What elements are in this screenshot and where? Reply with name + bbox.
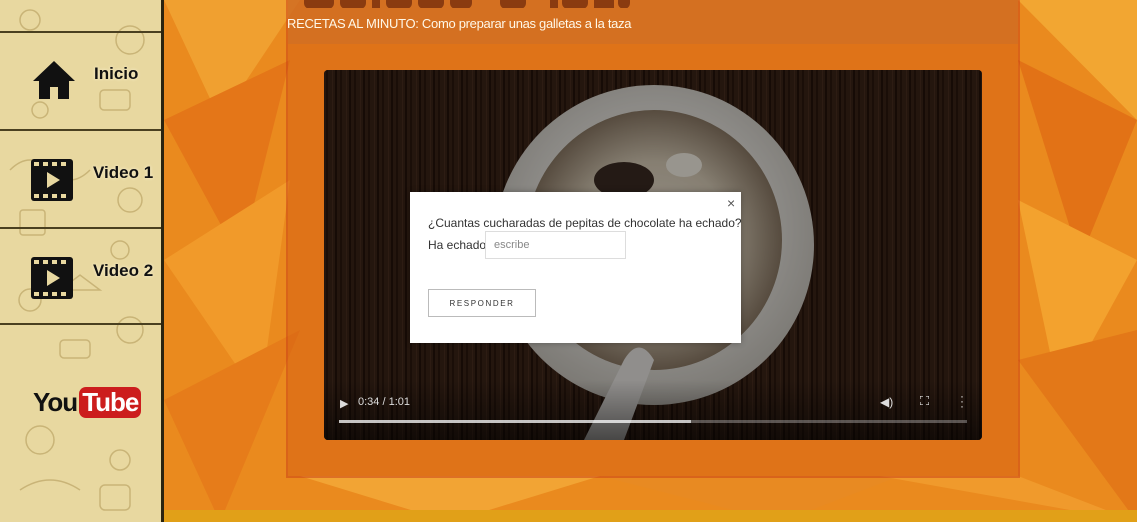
youtube-logo-you: You (33, 386, 78, 417)
film-play-icon (31, 159, 73, 201)
sidebar-item-video-2[interactable]: Video 2 (0, 227, 161, 325)
page-title-cropped (300, 0, 630, 8)
dialog-question: ¿Cuantas cucharadas de pepitas de chocol… (428, 216, 742, 230)
title-text-fragment (304, 0, 630, 8)
video-subtitle: RECETAS AL MINUTO: Como preparar unas ga… (287, 16, 632, 31)
home-icon (33, 61, 75, 99)
video-controls (324, 380, 982, 440)
footer-strip (164, 510, 1137, 522)
sidebar-item-label: Video 2 (93, 261, 154, 280)
video-time: 0:34 / 1:01 (358, 396, 410, 408)
video-progress-fill (339, 420, 691, 423)
sidebar: Inicio Video 1 Video 2 You Tube (0, 0, 164, 522)
sidebar-item-video-1[interactable]: Video 1 (0, 129, 161, 229)
video-progress-bar[interactable] (339, 420, 967, 423)
sidebar-youtube-section (0, 323, 161, 522)
youtube-logo[interactable]: You Tube (33, 383, 142, 421)
respond-button[interactable]: RESPONDER (428, 289, 536, 317)
answer-input[interactable] (485, 231, 626, 259)
sidebar-item-inicio[interactable]: Inicio (0, 31, 161, 131)
sidebar-item-label: Video 1 (93, 163, 154, 182)
play-icon[interactable]: ▶ (340, 397, 348, 410)
question-dialog: × ¿Cuantas cucharadas de pepitas de choc… (410, 192, 742, 343)
volume-icon[interactable]: ◀) (880, 395, 893, 409)
film-play-icon (31, 257, 73, 299)
close-icon[interactable]: × (727, 195, 735, 211)
youtube-logo-tube: Tube (79, 386, 142, 418)
sidebar-item-label: Inicio (94, 64, 139, 83)
answer-label: Ha echado (428, 238, 487, 252)
fullscreen-icon[interactable] (920, 396, 929, 405)
more-options-icon[interactable]: · · · (960, 390, 964, 412)
